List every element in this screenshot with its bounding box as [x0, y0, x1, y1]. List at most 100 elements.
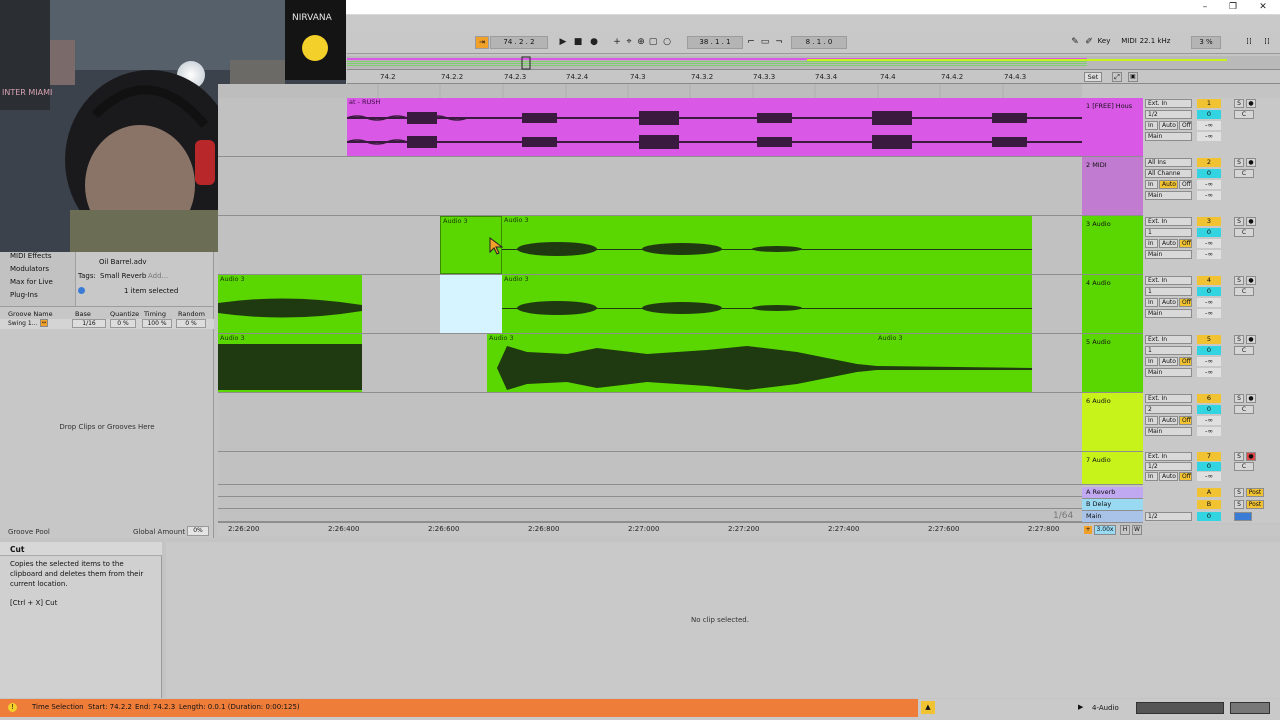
close-icon[interactable]: ✕	[1256, 2, 1270, 12]
input-type-select[interactable]: Ext. In	[1145, 394, 1192, 403]
detail-view[interactable]: No clip selected.	[166, 542, 1280, 698]
play-small-icon[interactable]: ▶	[1078, 703, 1083, 711]
volume-field[interactable]: 0	[1197, 169, 1221, 178]
stop-icon[interactable]: ■	[572, 36, 584, 49]
track-activator[interactable]: 2	[1197, 158, 1221, 167]
input-type-select[interactable]: Ext. In	[1145, 452, 1192, 461]
send-a[interactable]: -∞	[1197, 180, 1221, 189]
solo-button[interactable]: S	[1234, 158, 1244, 167]
arrangement-overview[interactable]	[347, 56, 1280, 70]
re-enable-automation-icon[interactable]: ⊕	[635, 36, 647, 49]
arm-icon[interactable]: ●	[1246, 158, 1256, 167]
post-button[interactable]: Post	[1246, 488, 1264, 497]
output-select[interactable]: Main	[1145, 427, 1192, 436]
input-channel-select[interactable]: 2	[1145, 405, 1192, 414]
expand-icon[interactable]: ⤢	[1112, 72, 1122, 82]
monitor-auto[interactable]: Auto	[1159, 298, 1178, 307]
track-header-1[interactable]: 1 [FREE] Hous	[1082, 98, 1143, 157]
midi-indicator-icon[interactable]: ▲	[921, 701, 935, 714]
solo-button[interactable]: S	[1234, 452, 1244, 461]
send-b[interactable]: -∞	[1197, 132, 1221, 141]
view-toggle-2-icon[interactable]: ⁞⁞	[1261, 36, 1273, 49]
send-b[interactable]: -∞	[1197, 250, 1221, 259]
audio-clip-track-5-a[interactable]: Audio 3	[218, 334, 362, 392]
input-channel-select[interactable]: 1	[1145, 228, 1192, 237]
return-lane-b[interactable]	[218, 497, 1082, 509]
monitor-in[interactable]: In	[1145, 180, 1158, 189]
track-header-3[interactable]: 3 Audio	[1082, 216, 1143, 275]
track-header-4[interactable]: 4 Audio	[1082, 275, 1143, 334]
browser-item-modulators[interactable]: Modulators	[10, 265, 49, 273]
main-lane[interactable]	[218, 509, 1082, 522]
monitor-off[interactable]: Off	[1179, 298, 1192, 307]
track-overview-thumb[interactable]	[1136, 702, 1224, 714]
main-pan-knob[interactable]	[1234, 512, 1252, 521]
browser-file[interactable]: Oil Barrel.adv	[99, 258, 147, 266]
lock-icon[interactable]: ▣	[1128, 72, 1138, 82]
solo-button[interactable]: S	[1234, 335, 1244, 344]
solo-button[interactable]: S	[1234, 276, 1244, 285]
output-select[interactable]: Main	[1145, 250, 1192, 259]
loop-icon[interactable]: ○	[661, 36, 673, 49]
volume-field[interactable]: 0	[1197, 346, 1221, 355]
input-type-select[interactable]: All Ins	[1145, 158, 1192, 167]
send-b[interactable]: -∞	[1197, 191, 1221, 200]
groove-row[interactable]: Swing 1... ↔ 1/16 0 % 100 % 0 %	[0, 319, 214, 329]
volume-field[interactable]: 0	[1197, 405, 1221, 414]
monitor-in[interactable]: In	[1145, 416, 1158, 425]
send-b[interactable]: -∞	[1197, 427, 1221, 436]
monitor-in[interactable]: In	[1145, 121, 1158, 130]
browser-item-plug-ins[interactable]: Plug-Ins	[10, 291, 38, 299]
solo-button[interactable]: S	[1234, 394, 1244, 403]
tag-chip[interactable]: Small Reverb	[100, 272, 146, 280]
add-tag[interactable]: Add...	[148, 272, 168, 280]
arm-icon[interactable]: ●	[1246, 452, 1256, 461]
beat-ruler[interactable]: 74.2 74.2.2 74.2.3 74.2.4 74.3 74.3.2 74…	[347, 71, 1082, 84]
loop-length[interactable]: 8 . 1 . 0	[791, 36, 847, 49]
send-a[interactable]: -∞	[1197, 298, 1221, 307]
arrangement-view[interactable]: at - RUSH Audio 3 Audio 3 Audio 3 Audio …	[218, 84, 1082, 522]
track-activator[interactable]: 7	[1197, 452, 1221, 461]
pencil-icon[interactable]: ✐	[1083, 36, 1095, 49]
arm-icon[interactable]: ●	[1246, 335, 1256, 344]
solo-button[interactable]: S	[1234, 99, 1244, 108]
arm-icon[interactable]: ●	[1246, 394, 1256, 403]
track-activator[interactable]: 3	[1197, 217, 1221, 226]
groove-row-base[interactable]: 1/16	[72, 319, 106, 328]
main-header[interactable]: Main	[1082, 511, 1143, 523]
warning-icon[interactable]: !	[8, 703, 17, 712]
output-select[interactable]: Main	[1145, 309, 1192, 318]
loop-start[interactable]: 38 . 1 . 1	[687, 36, 743, 49]
song-position[interactable]: 74 . 2 . 2	[490, 36, 548, 49]
loop-switch-icon[interactable]: ▭	[759, 36, 771, 49]
monitor-auto[interactable]: Auto	[1159, 121, 1178, 130]
h-button[interactable]: H	[1120, 525, 1130, 535]
audio-clip-track-4-b[interactable]: Audio 3	[502, 275, 1032, 333]
return-header-b[interactable]: B Delay	[1082, 499, 1143, 511]
volume-field[interactable]: 0	[1197, 287, 1221, 296]
monitor-in[interactable]: In	[1145, 298, 1158, 307]
send-b[interactable]: -∞	[1197, 309, 1221, 318]
send-a[interactable]: -∞	[1197, 472, 1221, 481]
arm-icon[interactable]: ●	[1246, 276, 1256, 285]
audio-clip-track-1[interactable]: at - RUSH	[347, 98, 1082, 156]
automation-arm-icon[interactable]: ⌖	[623, 36, 635, 49]
audio-clip-track-3-b[interactable]: Audio 3	[502, 216, 1032, 274]
monitor-off[interactable]: Off	[1179, 416, 1192, 425]
groove-row-timing[interactable]: 100 %	[142, 319, 172, 328]
return-lane-a[interactable]	[218, 485, 1082, 497]
pan-knob[interactable]: C	[1234, 169, 1254, 178]
monitor-auto[interactable]: Auto	[1159, 472, 1178, 481]
monitor-off[interactable]: Off	[1179, 180, 1192, 189]
key-map-button[interactable]: Key	[1095, 36, 1113, 49]
input-channel-select[interactable]: 1/2	[1145, 462, 1192, 471]
solo-button[interactable]: S	[1234, 488, 1244, 497]
input-channel-select[interactable]: 1	[1145, 346, 1192, 355]
follow-button[interactable]: ⇥	[475, 36, 489, 49]
volume-field[interactable]: 0	[1197, 110, 1221, 119]
output-select[interactable]: Main	[1145, 368, 1192, 377]
pan-knob[interactable]: C	[1234, 110, 1254, 119]
monitor-in[interactable]: In	[1145, 357, 1158, 366]
solo-button[interactable]: S	[1234, 500, 1244, 509]
punch-out-icon[interactable]: ¬	[773, 36, 785, 49]
